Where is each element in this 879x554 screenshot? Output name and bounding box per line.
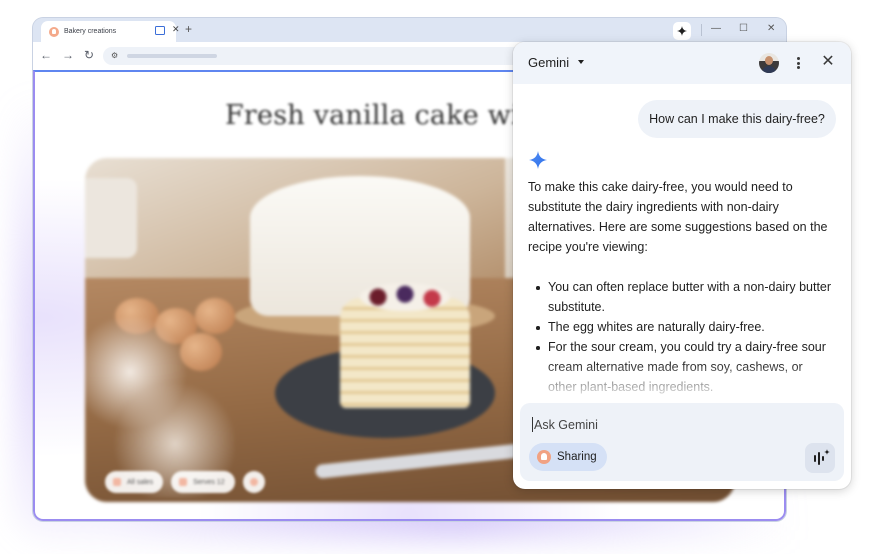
gemini-spark-icon xyxy=(677,26,687,36)
chip-all-sales[interactable]: All sales xyxy=(105,471,164,493)
address-url-blurred xyxy=(127,54,217,58)
photo-cup xyxy=(85,178,137,258)
photo-berries xyxy=(360,283,450,311)
window-close-icon[interactable]: ✕ xyxy=(767,22,775,36)
gemini-spark-icon xyxy=(529,151,547,169)
tab-share-icon[interactable] xyxy=(155,26,165,35)
tab-strip: Bakery creations ✕ + — ☐ ✕ xyxy=(33,18,786,42)
more-options-icon[interactable] xyxy=(795,54,801,72)
sharing-label: Sharing xyxy=(557,451,597,463)
chevron-down-icon[interactable] xyxy=(578,60,584,64)
list-item: The egg whites are naturally dairy-free. xyxy=(528,317,833,337)
site-settings-icon[interactable]: ⚙ xyxy=(111,51,121,61)
tab-close-icon[interactable]: ✕ xyxy=(172,24,180,34)
forward-icon[interactable]: → xyxy=(62,48,74,62)
input-placeholder-row: Ask Gemini xyxy=(532,417,598,432)
close-icon[interactable]: ✕ xyxy=(820,53,836,71)
reload-icon[interactable]: ↻ xyxy=(84,48,94,62)
voice-input-icon xyxy=(814,449,830,465)
gemini-title[interactable]: Gemini xyxy=(528,55,569,70)
minimize-icon[interactable]: — xyxy=(711,22,721,36)
avatar[interactable] xyxy=(759,53,779,73)
answer-intro: To make this cake dairy-free, you would … xyxy=(528,180,828,254)
ask-gemini-placeholder: Ask Gemini xyxy=(534,417,598,432)
tab-bakery-creations[interactable]: Bakery creations ✕ xyxy=(41,21,180,42)
answer-fade xyxy=(513,362,851,404)
tab-title: Bakery creations xyxy=(64,28,117,35)
gemini-panel: Gemini ✕ How can I make this dairy-free?… xyxy=(513,42,851,489)
back-icon[interactable]: ← xyxy=(40,48,52,62)
bakery-favicon-icon xyxy=(49,26,59,37)
photo-cake-slice xyxy=(340,298,470,408)
user-message: How can I make this dairy-free? xyxy=(638,100,836,138)
voice-input-button[interactable] xyxy=(805,443,835,473)
new-tab-button[interactable]: + xyxy=(185,23,192,35)
ask-gemini-input[interactable]: Ask Gemini Sharing xyxy=(520,403,844,481)
sharing-chip[interactable]: Sharing xyxy=(529,443,607,471)
text-cursor xyxy=(532,417,533,432)
maximize-icon[interactable]: ☐ xyxy=(739,22,748,36)
screen: Bakery creations ✕ + — ☐ ✕ ← → ↻ ⚙ Fresh… xyxy=(0,0,879,554)
gemini-toolbar-button[interactable] xyxy=(673,22,691,40)
recipe-chips: All sales Serves 12 xyxy=(105,471,265,493)
chip-serves[interactable]: Serves 12 xyxy=(171,471,235,493)
list-item: You can often replace butter with a non-… xyxy=(528,277,833,317)
bakery-favicon-icon xyxy=(537,450,551,464)
address-bar[interactable]: ⚙ xyxy=(103,47,523,65)
gemini-header: Gemini ✕ xyxy=(513,42,851,84)
chip-favorite-icon[interactable] xyxy=(242,471,265,493)
toolbar-divider xyxy=(701,24,702,36)
